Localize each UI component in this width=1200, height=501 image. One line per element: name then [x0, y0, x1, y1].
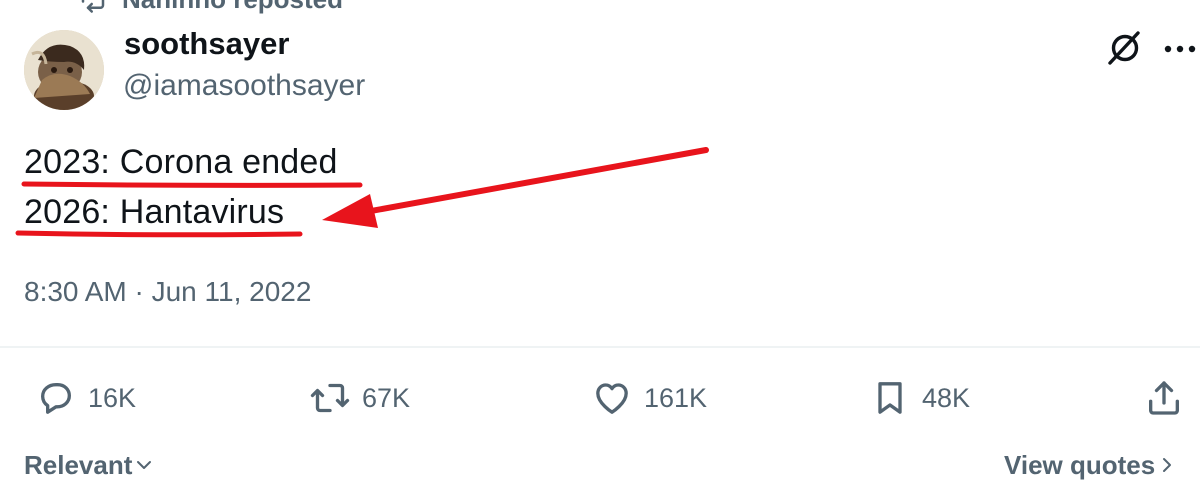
chevron-down-icon — [137, 461, 152, 469]
sort-dropdown[interactable]: Relevant — [24, 448, 154, 482]
chevron-right-icon — [1163, 458, 1172, 472]
underline-line-1 — [21, 181, 363, 188]
reply-icon — [41, 383, 72, 414]
arrow-head — [322, 194, 378, 228]
bookmark-button[interactable]: 48K — [870, 376, 970, 420]
view-quotes-link[interactable]: View quotes — [1004, 448, 1177, 482]
handle[interactable]: @iamasoothsayer — [123, 69, 365, 103]
underline-line-2 — [15, 230, 303, 238]
share-icon — [1149, 381, 1179, 415]
repost-context[interactable]: Naninno reposted — [78, 0, 343, 14]
display-name[interactable]: soothsayer — [124, 26, 289, 62]
like-count: 161K — [644, 382, 708, 413]
arrow-shaft — [357, 147, 709, 216]
tweet-text-line-2: 2026: Hantavirus — [24, 193, 285, 231]
like-button[interactable]: 161K — [592, 376, 707, 420]
share-button[interactable] — [1144, 376, 1184, 420]
tweet-text-line-1: 2023: Corona ended — [24, 143, 338, 181]
retweet-count: 67K — [362, 382, 411, 413]
reply-count: 16K — [88, 382, 137, 413]
retweet-button[interactable]: 67K — [310, 376, 410, 420]
repost-text: Naninno reposted — [122, 0, 343, 15]
grok-icon[interactable] — [1104, 28, 1144, 68]
reply-button[interactable]: 16K — [36, 376, 136, 420]
timestamp[interactable]: 8:30 AM · Jun 11, 2022 — [24, 276, 311, 308]
repost-icon — [81, 0, 105, 13]
view-quotes-label: View quotes — [1004, 449, 1156, 480]
avatar[interactable] — [24, 30, 104, 110]
bookmark-count: 48K — [922, 382, 971, 413]
bookmark-icon — [878, 382, 902, 414]
sort-label: Relevant — [24, 449, 133, 480]
more-icon[interactable] — [1160, 32, 1200, 66]
retweet-icon — [310, 383, 350, 413]
heart-icon — [596, 383, 628, 414]
divider — [0, 346, 1200, 348]
